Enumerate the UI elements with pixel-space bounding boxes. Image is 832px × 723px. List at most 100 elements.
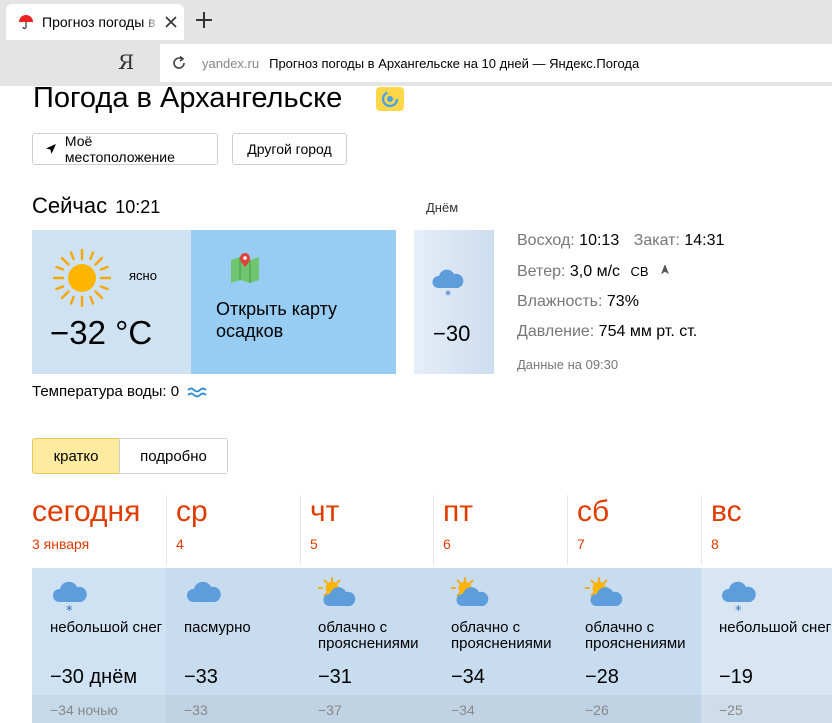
yandex-weather-logo-icon (376, 87, 404, 111)
url-domain: yandex.ru (202, 55, 260, 71)
forecast-night-temperature: −25 (719, 702, 743, 718)
sunrise-label: Восход: (517, 232, 575, 249)
daytime-temperature: −30 (433, 321, 471, 346)
pressure-row: Давление: 754 мм рт. ст. (517, 323, 697, 341)
forecast-day[interactable]: сб 7 облачно с прояснениями −28 −26 (567, 495, 701, 723)
sunrise-value: 10:13 (579, 232, 620, 249)
forecast-condition: пасмурно (184, 619, 251, 636)
now-label: Сейчас (32, 193, 108, 218)
forecast-night-row: −34 ночью (32, 695, 166, 723)
svg-text:*: * (735, 604, 742, 616)
address-bar[interactable]: yandex.ru Прогноз погоды в Архангельске … (160, 44, 832, 82)
forecast-day-name: сб (577, 495, 610, 528)
reload-icon[interactable] (170, 54, 188, 72)
data-timestamp: Данные на 09:30 (517, 357, 619, 372)
forecast-night-temperature: −26 (585, 702, 609, 718)
sun-cloud-icon (450, 576, 491, 616)
forecast-night-temperature: −37 (318, 702, 342, 718)
forecast-day-name: сегодня (32, 495, 141, 528)
page-title: Погода в Архангельске (33, 82, 343, 114)
wind-value: 3,0 м/с (569, 263, 621, 280)
forecast-day-name: ср (176, 495, 208, 528)
sun-cloud-icon (584, 576, 625, 616)
forecast-day-temperature: −30 днём (50, 666, 138, 688)
pressure-label: Давление: (517, 323, 595, 340)
humidity-row: Влажность: 73% (517, 293, 639, 311)
forecast-day-date: 4 (176, 536, 184, 552)
forecast-condition: облачно с прояснениями (318, 619, 419, 652)
forecast-panel: облачно с прояснениями −28 −26 (567, 568, 701, 723)
forecast-day[interactable]: пт 6 облачно с прояснениями −34 −34 (433, 495, 567, 723)
column-divider (300, 495, 301, 565)
forecast-day-date: 5 (310, 536, 318, 552)
new-tab-icon[interactable] (192, 8, 216, 32)
forecast-day-name: чт (310, 495, 340, 528)
humidity-label: Влажность: (517, 293, 603, 310)
svg-text:*: * (445, 288, 451, 302)
now-heading: Сейчас 10:21 (32, 193, 160, 219)
forecast-night-row: −26 (567, 695, 701, 723)
forecast-night-row: −37 (300, 695, 434, 723)
forecast-day-temperature: −33 (184, 666, 218, 688)
forecast-day-temperature: −31 (318, 666, 352, 688)
forecast-day-date: 7 (577, 536, 585, 552)
yandex-logo[interactable]: Я (118, 50, 134, 74)
sun-icon (52, 248, 112, 308)
sunset-value: 14:31 (684, 232, 725, 249)
cloud-icon (184, 576, 224, 616)
humidity-value: 73% (606, 293, 639, 310)
forecast-night-temperature: −34 ночью (50, 702, 118, 718)
forecast-night-temperature: −34 (451, 702, 475, 718)
daytime-card[interactable]: * −30 (414, 230, 494, 374)
forecast-condition: облачно с прояснениями (451, 619, 552, 652)
forecast-panel: пасмурно −33 −33 (166, 568, 300, 723)
forecast-condition: облачно с прояснениями (585, 619, 686, 652)
forecast-night-row: −33 (166, 695, 300, 723)
forecast-day[interactable]: сегодня 3 января * небольшой снег −30 днём… (32, 495, 166, 723)
forecast-day-name: вс (711, 495, 742, 528)
waves-icon (187, 387, 207, 398)
view-short-toggle[interactable]: кратко (32, 438, 120, 474)
sun-cloud-icon (317, 576, 358, 616)
now-time: 10:21 (115, 197, 161, 217)
water-temperature-label: Температура воды: 0 (32, 383, 180, 400)
cloud-snow-icon: * (50, 576, 90, 619)
cloud-snow-icon: * (432, 269, 464, 302)
water-temperature: Температура воды: 0 (32, 383, 209, 400)
sun-times: Восход: 10:13 Закат: 14:31 (517, 232, 724, 250)
forecast-day[interactable]: чт 5 облачно с прояснениями −31 −37 (300, 495, 434, 723)
my-location-label: Моё местоположение (64, 133, 175, 165)
forecast-day-temperature: −34 (451, 666, 485, 688)
wind-direction-arrow-icon (661, 265, 669, 275)
column-divider (166, 495, 167, 565)
forecast-night-row: −34 (433, 695, 567, 723)
sunset-label: Закат: (633, 232, 680, 249)
forecast-day-temperature: −28 (585, 666, 619, 688)
current-condition: ясно (129, 268, 157, 283)
current-temperature: −32 °C (50, 314, 153, 351)
forecast-day[interactable]: вс 8 * небольшой снег −19 −25 (701, 495, 832, 723)
forecast-condition: небольшой снег (50, 619, 163, 636)
current-weather-card[interactable]: ясно −32 °C (32, 230, 191, 374)
url-page-title: Прогноз погоды в Архангельске на 10 дней… (269, 55, 640, 71)
browser-tab[interactable]: Прогноз погоды в Архангельске на 10 дней… (6, 4, 184, 40)
wind-direction: СВ (630, 264, 649, 279)
precipitation-map-label: Открыть карту осадков (216, 299, 338, 341)
forecast-condition: небольшой снег (719, 619, 832, 636)
close-icon[interactable] (162, 13, 180, 31)
forecast-night-temperature: −33 (184, 702, 208, 718)
umbrella-icon (19, 15, 33, 30)
column-divider (701, 495, 702, 565)
tab-title: Прогноз погоды в Архангельске на 10 дней… (42, 14, 160, 30)
my-location-button[interactable]: Моё местоположение (32, 133, 218, 165)
cloud-snow-icon: * (719, 576, 759, 619)
column-divider (567, 495, 568, 565)
forecast-night-row: −25 (701, 695, 832, 723)
view-detailed-toggle[interactable]: подробно (119, 438, 228, 474)
column-divider (433, 495, 434, 565)
other-city-button[interactable]: Другой город (232, 133, 347, 165)
wind-row: Ветер: 3,0 м/с СВ (517, 263, 671, 281)
precipitation-map-card[interactable]: Открыть карту осадков (191, 230, 396, 374)
map-icon (231, 253, 259, 283)
forecast-day[interactable]: ср 4 пасмурно −33 −33 (166, 495, 300, 723)
